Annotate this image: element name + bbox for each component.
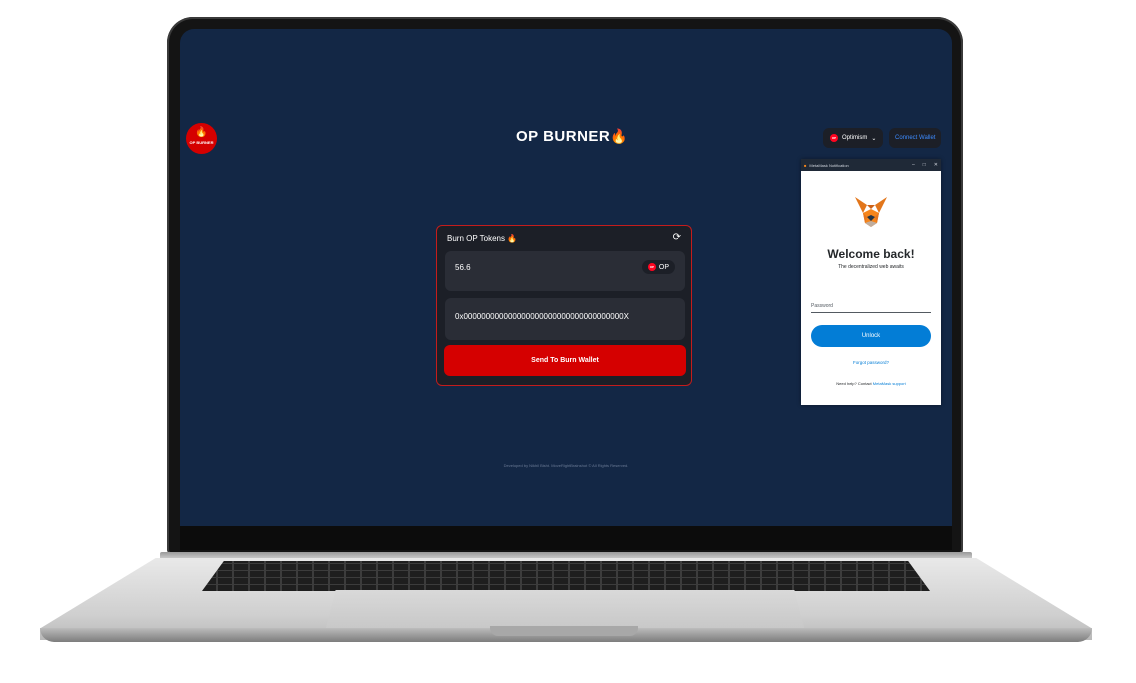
card-title: Burn OP Tokens 🔥 (447, 234, 517, 243)
open-notch (490, 626, 638, 636)
window-title: MetaMask Notification (809, 162, 849, 168)
send-to-burn-wallet-button[interactable]: Send To Burn Wallet (444, 345, 686, 376)
password-label: Password (811, 303, 833, 309)
address-value[interactable]: 0x000000000000000000000000000000000000X (455, 312, 629, 321)
laptop-chin (180, 526, 952, 550)
maximize-icon[interactable]: □ (923, 162, 926, 168)
network-label: Optimism (842, 135, 868, 141)
laptop-base (40, 552, 1092, 648)
trackpad (326, 590, 804, 628)
chevron-down-icon: ⌄ (871, 135, 877, 142)
optimism-icon: OP (647, 263, 656, 271)
metamask-small-icon: ■ (804, 162, 807, 168)
unlock-button[interactable]: Unlock (811, 325, 931, 347)
help-text: Need help? Contact MetaMask support (801, 381, 941, 386)
minimize-icon[interactable]: – (912, 162, 915, 168)
brand-text: OP BURNER (516, 128, 611, 145)
logo-text: OP BURNER (189, 140, 214, 145)
refresh-icon[interactable]: ⟳ (673, 232, 681, 243)
metamask-fox-icon (855, 197, 887, 227)
token-selector[interactable]: OP OP (641, 260, 675, 274)
address-input[interactable]: 0x000000000000000000000000000000000000X (445, 298, 685, 340)
help-prefix: Need help? Contact (836, 381, 872, 386)
optimism-icon: OP (830, 134, 838, 142)
burn-card: Burn OP Tokens 🔥 ⟳ 56.6 OP OP 0x00000000… (436, 225, 692, 386)
password-field[interactable] (811, 312, 931, 313)
amount-input[interactable]: 56.6 OP OP (445, 251, 685, 291)
card-title-text: Burn OP Tokens (447, 234, 505, 243)
flame-icon: 🔥 (507, 234, 518, 243)
popup-titlebar: ■ MetaMask Notification – □ ✕ (801, 159, 941, 171)
network-selector[interactable]: OP Optimism ⌄ (823, 128, 884, 148)
brand-title: OP BURNER🔥 (516, 128, 628, 145)
connect-wallet-button[interactable]: Connect Wallet (889, 128, 942, 148)
amount-value[interactable]: 56.6 (455, 263, 471, 272)
footer-text: Developed by Nikhil Bisht. MoveRightBrai… (503, 463, 629, 468)
welcome-title: Welcome back! (827, 247, 915, 261)
token-label: OP (658, 263, 669, 271)
flame-icon: 🔥 (195, 127, 208, 138)
app-logo[interactable]: 🔥 OP BURNER (186, 123, 217, 154)
metamask-popup: ■ MetaMask Notification – □ ✕ Welcome ba… (801, 159, 941, 405)
forgot-password-link[interactable]: Forgot password? (801, 360, 941, 365)
keyboard (202, 561, 930, 591)
close-icon[interactable]: ✕ (934, 162, 938, 168)
support-link[interactable]: MetaMask support (873, 381, 906, 386)
welcome-subtitle: The decentralized web awaits (838, 264, 904, 270)
flame-icon: 🔥 (610, 128, 629, 144)
